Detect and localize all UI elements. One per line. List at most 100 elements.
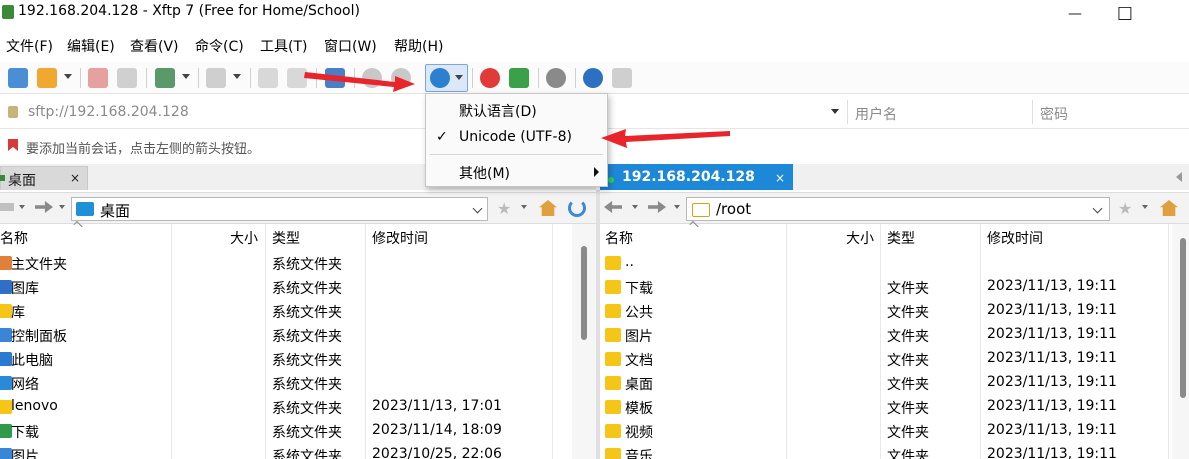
chevron-down-icon[interactable] xyxy=(674,205,680,209)
file-copy-icon[interactable] xyxy=(287,68,307,88)
chevron-down-icon[interactable] xyxy=(521,205,527,209)
file-name: 此电脑 xyxy=(11,353,53,369)
toolbar-divider xyxy=(80,68,81,88)
password-field[interactable]: 密码 xyxy=(1040,104,1068,124)
column-modified[interactable]: 修改时间 xyxy=(372,228,428,248)
file-modified: 2023/11/13, 19:11 xyxy=(987,446,1117,459)
chevron-down-icon[interactable] xyxy=(233,74,241,79)
xftp-icon[interactable] xyxy=(509,68,529,88)
hint-text: 要添加当前会话，点击左侧的箭头按钮。 xyxy=(26,142,261,157)
username-field[interactable]: 用户名 xyxy=(855,104,897,124)
minimize-button[interactable]: — xyxy=(1052,0,1098,28)
table-row[interactable] xyxy=(600,253,1172,277)
chevron-down-icon[interactable] xyxy=(1142,205,1148,209)
transfer-icon[interactable] xyxy=(206,68,226,88)
tab-scroll-left-icon[interactable] xyxy=(1176,172,1182,182)
file-icon[interactable] xyxy=(258,68,278,88)
bookmark-arrow-icon[interactable] xyxy=(6,138,20,152)
xshell-icon[interactable] xyxy=(480,68,500,88)
menu-window[interactable]: 窗口(W) xyxy=(322,34,379,58)
file-type: 系统文件夹 xyxy=(272,353,342,369)
file-type: 系统文件夹 xyxy=(272,377,342,393)
refresh-icon[interactable] xyxy=(568,199,586,217)
menu-tools[interactable]: 工具(T) xyxy=(258,34,309,58)
file-name: 下载 xyxy=(625,281,653,297)
menu-item-default-language[interactable]: 默认语言(D) xyxy=(426,96,607,124)
left-path-input[interactable] xyxy=(71,197,488,221)
column-name[interactable]: 名称 xyxy=(0,228,28,248)
annotation-arrow-utf8 xyxy=(601,129,730,148)
menu-item-unicode-utf8[interactable]: ✓ Unicode (UTF-8) xyxy=(426,124,607,152)
left-path-text: 桌面 xyxy=(100,202,131,220)
chevron-down-icon[interactable] xyxy=(455,75,463,80)
star-icon[interactable]: ★ xyxy=(1118,199,1132,218)
window-title: 192.168.204.128 - Xftp 7 (Free for Home/… xyxy=(18,3,360,19)
help-icon[interactable] xyxy=(583,68,603,88)
file-modified: 2023/11/14, 18:09 xyxy=(372,422,502,438)
toolbar-divider xyxy=(575,68,576,88)
menu-item-label: Unicode (UTF-8) xyxy=(459,129,572,145)
field-divider xyxy=(847,100,848,124)
chevron-down-icon[interactable] xyxy=(59,205,65,209)
file-modified: 2023/11/13, 19:11 xyxy=(987,278,1117,294)
properties-icon[interactable] xyxy=(155,68,175,88)
column-type[interactable]: 类型 xyxy=(272,228,300,248)
refresh-icon[interactable] xyxy=(362,68,382,88)
chevron-down-icon[interactable] xyxy=(632,205,638,209)
chevron-down-icon[interactable] xyxy=(182,74,190,79)
settings-icon[interactable] xyxy=(546,68,566,88)
menu-command[interactable]: 命令(C) xyxy=(193,34,246,58)
menu-edit[interactable]: 编辑(E) xyxy=(65,34,117,58)
chat-icon[interactable] xyxy=(612,68,632,88)
star-icon[interactable]: ★ xyxy=(497,199,511,218)
stop-icon[interactable] xyxy=(391,68,411,88)
file-type: 文件夹 xyxy=(887,353,929,369)
close-icon[interactable]: × xyxy=(775,171,785,185)
file-type: 文件夹 xyxy=(887,425,929,441)
file-type: 文件夹 xyxy=(887,401,929,417)
new-session-icon[interactable] xyxy=(8,68,28,88)
file-modified: 2023/11/13, 19:11 xyxy=(987,374,1117,390)
column-size[interactable]: 大小 xyxy=(230,228,258,248)
connect-icon[interactable] xyxy=(88,68,108,88)
desktop-icon xyxy=(76,202,94,216)
address-input[interactable]: sftp://192.168.204.128 xyxy=(28,104,189,120)
left-scrollbar-thumb[interactable] xyxy=(581,246,587,340)
encoding-globe-icon[interactable] xyxy=(430,68,450,88)
column-type[interactable]: 类型 xyxy=(887,228,915,248)
file-type: 文件夹 xyxy=(887,305,929,321)
disconnect-icon[interactable] xyxy=(117,68,137,88)
menu-help[interactable]: 帮助(H) xyxy=(392,34,445,58)
menu-file[interactable]: 文件(F) xyxy=(4,34,55,58)
open-folder-icon[interactable] xyxy=(37,68,57,88)
file-name: 音乐 xyxy=(625,449,653,459)
menu-item-other[interactable]: 其他(M) xyxy=(426,158,607,186)
right-tab-strip xyxy=(793,164,1189,190)
back-icon[interactable] xyxy=(0,203,14,211)
file-type: 文件夹 xyxy=(887,329,929,345)
chevron-down-icon[interactable] xyxy=(19,205,25,209)
file-name: 图片 xyxy=(11,449,39,459)
toolbar-divider xyxy=(198,68,199,88)
chevron-down-icon[interactable] xyxy=(64,74,72,79)
xftp-app-icon xyxy=(2,5,14,19)
sync-icon[interactable] xyxy=(325,68,345,88)
file-type: 系统文件夹 xyxy=(272,281,342,297)
folder-icon xyxy=(692,203,710,217)
chevron-down-icon[interactable] xyxy=(831,109,839,114)
column-name[interactable]: 名称 xyxy=(605,228,633,248)
file-name: .. xyxy=(625,254,634,270)
close-icon[interactable]: × xyxy=(70,171,80,185)
toolbar-divider xyxy=(538,68,539,88)
file-name: 控制面板 xyxy=(11,329,67,345)
file-name: 模板 xyxy=(625,401,653,417)
file-name: 图库 xyxy=(11,281,39,297)
file-name: 图片 xyxy=(625,329,653,345)
field-divider xyxy=(1032,100,1033,124)
right-scrollbar-thumb[interactable] xyxy=(1180,238,1186,398)
column-modified[interactable]: 修改时间 xyxy=(987,228,1043,248)
column-size[interactable]: 大小 xyxy=(846,228,874,248)
file-modified: 2023/11/13, 19:11 xyxy=(987,398,1117,414)
maximize-button[interactable]: ☐ xyxy=(1102,0,1148,28)
menu-view[interactable]: 查看(V) xyxy=(128,34,181,58)
